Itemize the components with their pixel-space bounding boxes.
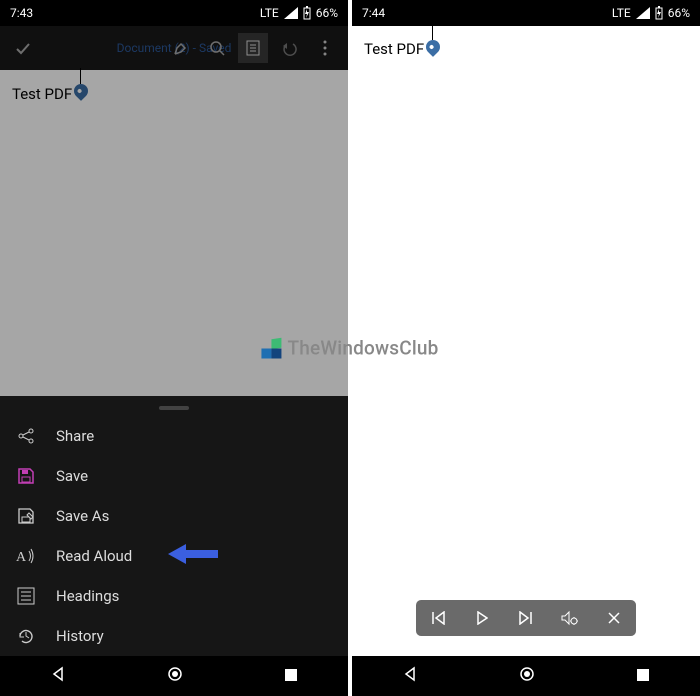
- save-icon: [16, 466, 36, 486]
- read-aloud-toolbar: [416, 600, 636, 636]
- prev-button[interactable]: [423, 603, 453, 633]
- undo-button[interactable]: [274, 33, 304, 63]
- document-text: Test PDF: [364, 40, 424, 58]
- status-bar: 7:44 LTE 66%: [352, 0, 700, 26]
- status-battery: 66%: [316, 6, 338, 20]
- status-network: LTE: [260, 6, 279, 20]
- play-icon: [476, 611, 488, 625]
- battery-icon: [303, 6, 311, 20]
- nav-back[interactable]: [50, 666, 66, 686]
- page-icon: [246, 40, 260, 56]
- history-icon: [16, 626, 36, 646]
- menu-item-read-aloud[interactable]: A Read Aloud: [0, 536, 348, 576]
- draw-button[interactable]: [166, 33, 196, 63]
- menu-label: History: [56, 627, 104, 645]
- search-button[interactable]: [202, 33, 232, 63]
- highlight-arrow: [168, 542, 218, 570]
- next-icon: [518, 611, 534, 625]
- nav-back[interactable]: [402, 666, 418, 686]
- menu-label: Save: [56, 467, 88, 485]
- bottom-sheet: Share Save Save As A Read Aloud: [0, 396, 348, 656]
- search-icon: [209, 40, 225, 56]
- nav-home[interactable]: [167, 666, 183, 686]
- document-area[interactable]: Test PDF: [352, 26, 700, 72]
- menu-label: Share: [56, 427, 94, 445]
- document-area[interactable]: Test PDF: [0, 70, 348, 396]
- menu-item-headings[interactable]: Headings: [0, 576, 348, 616]
- nav-bar: [0, 656, 348, 696]
- check-icon: [14, 39, 32, 57]
- signal-icon: [284, 7, 298, 19]
- view-mode-button[interactable]: [238, 33, 268, 63]
- status-right: LTE 66%: [260, 6, 338, 20]
- speaker-settings-icon: [561, 610, 579, 626]
- menu-label: Read Aloud: [56, 547, 132, 565]
- saveas-icon: [16, 506, 36, 526]
- status-battery: 66%: [668, 6, 690, 20]
- settings-button[interactable]: [555, 603, 585, 633]
- share-icon: [16, 426, 36, 446]
- menu-item-saveas[interactable]: Save As: [0, 496, 348, 536]
- status-time: 7:44: [362, 6, 385, 20]
- status-network: LTE: [612, 6, 631, 20]
- next-button[interactable]: [511, 603, 541, 633]
- menu-item-history[interactable]: History: [0, 616, 348, 656]
- text-cursor[interactable]: [426, 40, 440, 58]
- close-icon: [608, 612, 620, 624]
- more-icon: [323, 40, 327, 56]
- battery-icon: [655, 6, 663, 20]
- sheet-handle[interactable]: [159, 406, 189, 410]
- nav-recents[interactable]: [636, 667, 650, 686]
- more-button[interactable]: [310, 33, 340, 63]
- done-button[interactable]: [8, 33, 38, 63]
- menu-item-save[interactable]: Save: [0, 456, 348, 496]
- right-body: Test PDF: [352, 26, 700, 656]
- app-bar: Document (2) - Saved: [0, 26, 348, 70]
- play-button[interactable]: [467, 603, 497, 633]
- close-button[interactable]: [599, 603, 629, 633]
- prev-icon: [430, 611, 446, 625]
- text-cursor[interactable]: [74, 84, 88, 102]
- pen-icon: [173, 40, 189, 56]
- nav-recents[interactable]: [284, 667, 298, 686]
- status-time: 7:43: [10, 6, 33, 20]
- headings-icon: [16, 586, 36, 606]
- signal-icon: [636, 7, 650, 19]
- menu-item-share[interactable]: Share: [0, 416, 348, 456]
- nav-bar: [352, 656, 700, 696]
- left-body: Document (2) - Saved Test PDF: [0, 26, 348, 656]
- nav-home[interactable]: [519, 666, 535, 686]
- menu-label: Headings: [56, 587, 119, 605]
- undo-icon: [281, 40, 297, 56]
- document-text: Test PDF: [12, 85, 72, 103]
- left-phone: 7:43 LTE 66% Document (2) - Saved: [0, 0, 348, 696]
- right-phone: 7:44 LTE 66% Test PDF: [352, 0, 700, 696]
- read-aloud-icon: A: [16, 546, 36, 566]
- status-right: LTE 66%: [612, 6, 690, 20]
- menu-label: Save As: [56, 507, 109, 525]
- svg-text:A: A: [16, 550, 27, 565]
- status-bar: 7:43 LTE 66%: [0, 0, 348, 26]
